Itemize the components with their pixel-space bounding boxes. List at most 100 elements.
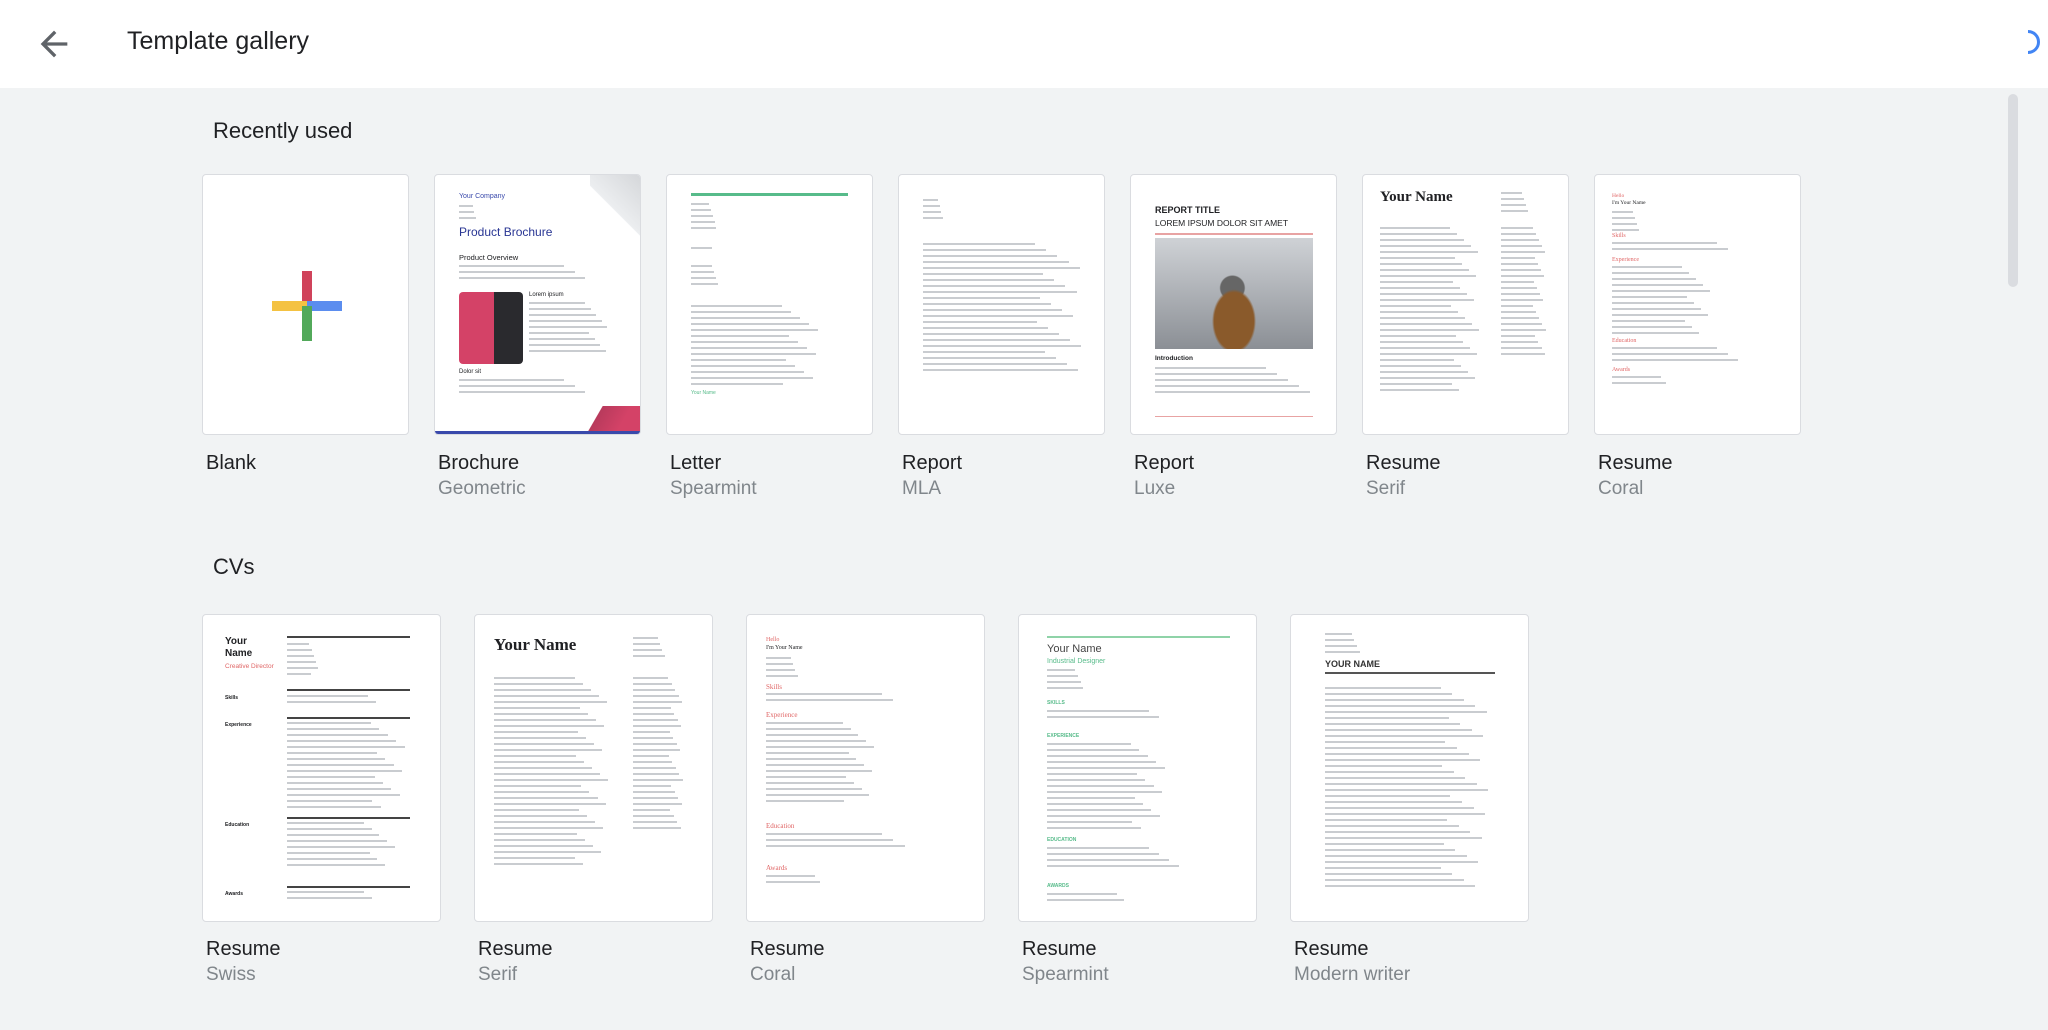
template-name: Resume [1366, 452, 1441, 474]
placeholder-text-lines [1501, 227, 1546, 359]
thumb-text: Industrial Designer [1047, 658, 1106, 665]
thumb-text: Education [1612, 338, 1637, 344]
thumb-text: Your Name [1380, 189, 1453, 205]
placeholder-text-lines [459, 205, 479, 223]
template-subtitle: Spearmint [1022, 964, 1109, 985]
thumb-text: Name [225, 648, 253, 659]
placeholder-text-lines [633, 677, 683, 833]
template-name: Brochure [438, 452, 520, 474]
thumb-text: Your Company [459, 193, 506, 200]
scrollbar[interactable] [2008, 94, 2018, 287]
thumb-text: Education [225, 822, 250, 828]
placeholder-text-lines [287, 695, 402, 707]
thumb-text: Product Overview [459, 253, 519, 262]
template-report-luxe[interactable]: REPORT TITLE LOREM IPSUM DOLOR SIT AMET … [1130, 174, 1337, 435]
placeholder-text-lines [494, 677, 609, 869]
placeholder-text-lines [691, 203, 717, 233]
placeholder-text-lines [1612, 266, 1712, 338]
thumb-text: EXPERIENCE [1047, 733, 1080, 739]
placeholder-text-lines [1380, 227, 1480, 395]
template-name: Blank [206, 452, 257, 474]
thumb-text: Hello [1612, 193, 1625, 199]
template-name: Resume [478, 938, 553, 960]
thumb-text: Your [225, 636, 248, 647]
placeholder-text-lines [287, 722, 407, 812]
placeholder-text-lines [459, 265, 609, 283]
thumb-text: Creative Director [225, 663, 274, 670]
thumb-text: Your Name [1047, 643, 1102, 655]
placeholder-text-lines [766, 722, 876, 806]
placeholder-text-lines [1047, 743, 1167, 833]
placeholder-text-lines [1612, 347, 1762, 365]
template-resume-spearmint[interactable]: Your Name Industrial Designer SKILLS EXP… [1018, 614, 1257, 922]
placeholder-text-lines [766, 693, 931, 705]
placeholder-text-lines [1047, 669, 1087, 693]
section-title-recent: Recently used [213, 118, 353, 143]
template-subtitle: MLA [902, 478, 942, 499]
template-resume-serif-cv[interactable]: Your Name [474, 614, 713, 922]
template-resume-coral-cv[interactable]: Hello I'm Your Name Skills Experience Ed… [746, 614, 985, 922]
thumb-text: LOREM IPSUM DOLOR SIT AMET [1155, 218, 1289, 228]
template-resume-coral[interactable]: Hello I'm Your Name Skills Experience Ed… [1594, 174, 1801, 435]
template-brochure-geometric[interactable]: Your Company Product Brochure Product Ov… [434, 174, 641, 435]
template-subtitle: Spearmint [670, 478, 757, 499]
template-report-mla[interactable] [898, 174, 1105, 435]
thumb-text: I'm Your Name [766, 645, 803, 651]
template-name: Resume [1598, 452, 1673, 474]
placeholder-text-lines [1047, 893, 1147, 905]
placeholder-text-lines [691, 305, 821, 389]
template-name: Report [902, 452, 963, 474]
template-name: Report [1134, 452, 1195, 474]
placeholder-text-lines [691, 247, 721, 253]
report-image [1155, 238, 1313, 349]
placeholder-text-lines [1325, 687, 1490, 891]
template-name: Resume [206, 938, 281, 960]
thumb-text: Experience [1612, 257, 1639, 263]
placeholder-text-lines [1501, 192, 1531, 216]
section-title-cvs: CVs [213, 554, 255, 579]
thumb-text: YOUR NAME [1325, 659, 1381, 669]
placeholder-text-lines [923, 243, 1083, 375]
back-button[interactable] [34, 24, 74, 64]
thumb-text: Skills [225, 695, 239, 701]
plus-icon [272, 271, 342, 341]
template-resume-modern-writer[interactable]: YOUR NAME [1290, 614, 1529, 922]
thumb-text: Awards [225, 891, 243, 897]
template-subtitle: Geometric [438, 478, 526, 499]
template-subtitle: Swiss [206, 964, 256, 985]
thumb-text: Your Name [494, 635, 577, 654]
thumb-text: AWARDS [1047, 883, 1069, 889]
placeholder-text-lines [691, 265, 721, 289]
template-subtitle: Modern writer [1294, 964, 1411, 985]
template-letter-spearmint[interactable]: Your Name [666, 174, 873, 435]
placeholder-text-lines [1325, 633, 1363, 657]
template-resume-swiss[interactable]: Your Name Creative Director Skills Exper… [202, 614, 441, 922]
page-title: Template gallery [127, 27, 310, 55]
template-name: Resume [750, 938, 825, 960]
thumb-text: Lorem ipsum [529, 292, 564, 298]
placeholder-text-lines [1612, 211, 1642, 235]
thumb-text: Skills [766, 683, 782, 691]
template-subtitle: Coral [1598, 478, 1644, 499]
placeholder-text-lines [287, 822, 397, 870]
thumb-text: REPORT TITLE [1155, 205, 1220, 215]
placeholder-text-lines [766, 833, 931, 851]
template-resume-serif[interactable]: Your Name [1362, 174, 1569, 435]
placeholder-text-lines [766, 657, 801, 681]
thumb-text: Experience [766, 711, 798, 719]
thumb-text: Experience [225, 722, 252, 728]
thumb-text: Hello [766, 637, 780, 643]
placeholder-text-lines [1612, 242, 1762, 254]
account-avatar[interactable] [2028, 30, 2040, 54]
thumb-text: Awards [766, 864, 788, 872]
arrow-back-icon [40, 30, 68, 58]
thumb-text: Your Name [691, 390, 716, 396]
template-blank[interactable] [202, 174, 409, 435]
placeholder-text-lines [287, 643, 319, 679]
placeholder-text-lines [459, 379, 609, 397]
placeholder-text-lines [1047, 710, 1192, 722]
thumb-text: Introduction [1155, 355, 1193, 362]
thumb-text: Dolor sit [459, 369, 482, 375]
placeholder-text-lines [633, 637, 668, 661]
placeholder-text-lines [529, 302, 609, 356]
